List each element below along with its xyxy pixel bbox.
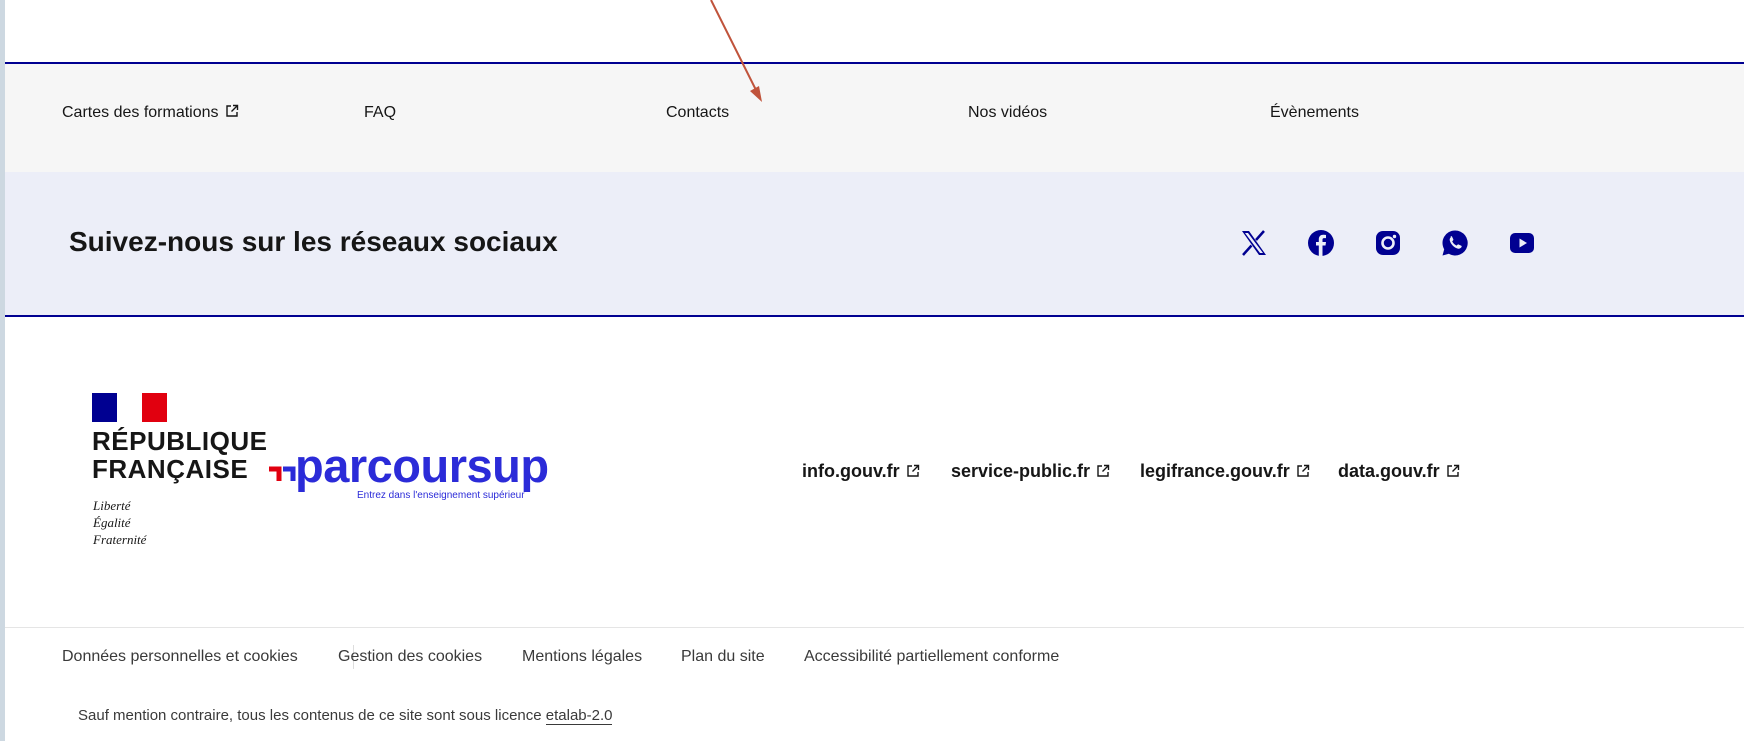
external-link-icon [1446,464,1459,477]
licence-text: Sauf mention contraire, tous les contenu… [78,707,546,724]
national-motto: Liberté Égalité Fraternité [93,497,146,548]
gov-link-label: service-public.fr [951,461,1091,481]
gov-link-data-gouv[interactable]: data.gouv.fr [1338,461,1460,482]
link-mentions-legales[interactable]: Mentions légales [522,648,642,666]
parcoursup-tagline: Entrez dans l'enseignement supérieur [357,490,525,501]
external-link-icon [1297,464,1309,477]
social-section: Suivez-nous sur les réseaux sociaux [5,172,1744,317]
whatsapp-icon[interactable] [1440,228,1470,258]
instagram-icon[interactable] [1373,228,1403,258]
nav-link-contacts[interactable]: Contacts [666,104,729,122]
nav-link-cartes-des-formations[interactable]: Cartes des formations [62,104,239,122]
motto-egalite: Égalité [93,515,131,530]
nav-link-nos-videos[interactable]: Nos vidéos [968,104,1047,122]
brand-section: RÉPUBLIQUE FRANÇAISE Liberté Égalité Fra… [5,317,1744,628]
parcoursup-arrow-icon [269,466,296,481]
parcoursup-logo[interactable]: parcoursup Entrez dans l'enseignement su… [269,439,549,501]
footer-bottom-links: Données personnelles et cookies Gestion … [5,628,1744,688]
gov-link-label: data.gouv.fr [1338,461,1440,481]
gov-link-label: info.gouv.fr [802,461,900,481]
gov-link-info-gouv[interactable]: info.gouv.fr [802,461,920,482]
gov-link-legifrance[interactable]: legifrance.gouv.fr [1140,461,1310,482]
motto-fraternite: Fraternité [93,532,147,547]
link-donnees-personnelles[interactable]: Données personnelles et cookies [62,648,298,666]
licence-notice: Sauf mention contraire, tous les contenu… [78,707,613,725]
nav-link-label: Cartes des formations [62,104,219,121]
republic-line-2: FRANÇAISE [92,454,249,484]
nav-link-evenements[interactable]: Évènements [1270,104,1359,122]
marianne-flag-logo [92,393,167,422]
x-icon[interactable] [1239,228,1269,258]
facebook-icon[interactable] [1306,228,1336,258]
link-accessibilite[interactable]: Accessibilité partiellement conforme [804,648,1059,666]
social-title: Suivez-nous sur les réseaux sociaux [69,226,558,257]
gov-link-service-public[interactable]: service-public.fr [951,461,1110,482]
motto-liberte: Liberté [93,498,131,513]
top-blank-area [5,0,1744,64]
external-link-icon [1097,464,1110,477]
licence-link[interactable]: etalab-2.0 [545,707,613,725]
page: Cartes des formations FAQ Contacts Nos v… [5,0,1744,741]
link-plan-du-site[interactable]: Plan du site [681,648,765,666]
parcoursup-wordmark: parcoursup [295,439,549,492]
republic-line-1: RÉPUBLIQUE [92,426,268,456]
link-gestion-cookies[interactable]: Gestion des cookies [338,648,482,666]
youtube-icon[interactable] [1507,228,1537,258]
republique-francaise-logo[interactable]: RÉPUBLIQUE FRANÇAISE [92,427,267,483]
external-link-icon [906,464,919,477]
footer-top-links: Cartes des formations FAQ Contacts Nos v… [5,64,1744,172]
external-link-icon [225,104,238,117]
nav-link-faq[interactable]: FAQ [364,104,396,122]
gov-link-label: legifrance.gouv.fr [1140,461,1290,481]
